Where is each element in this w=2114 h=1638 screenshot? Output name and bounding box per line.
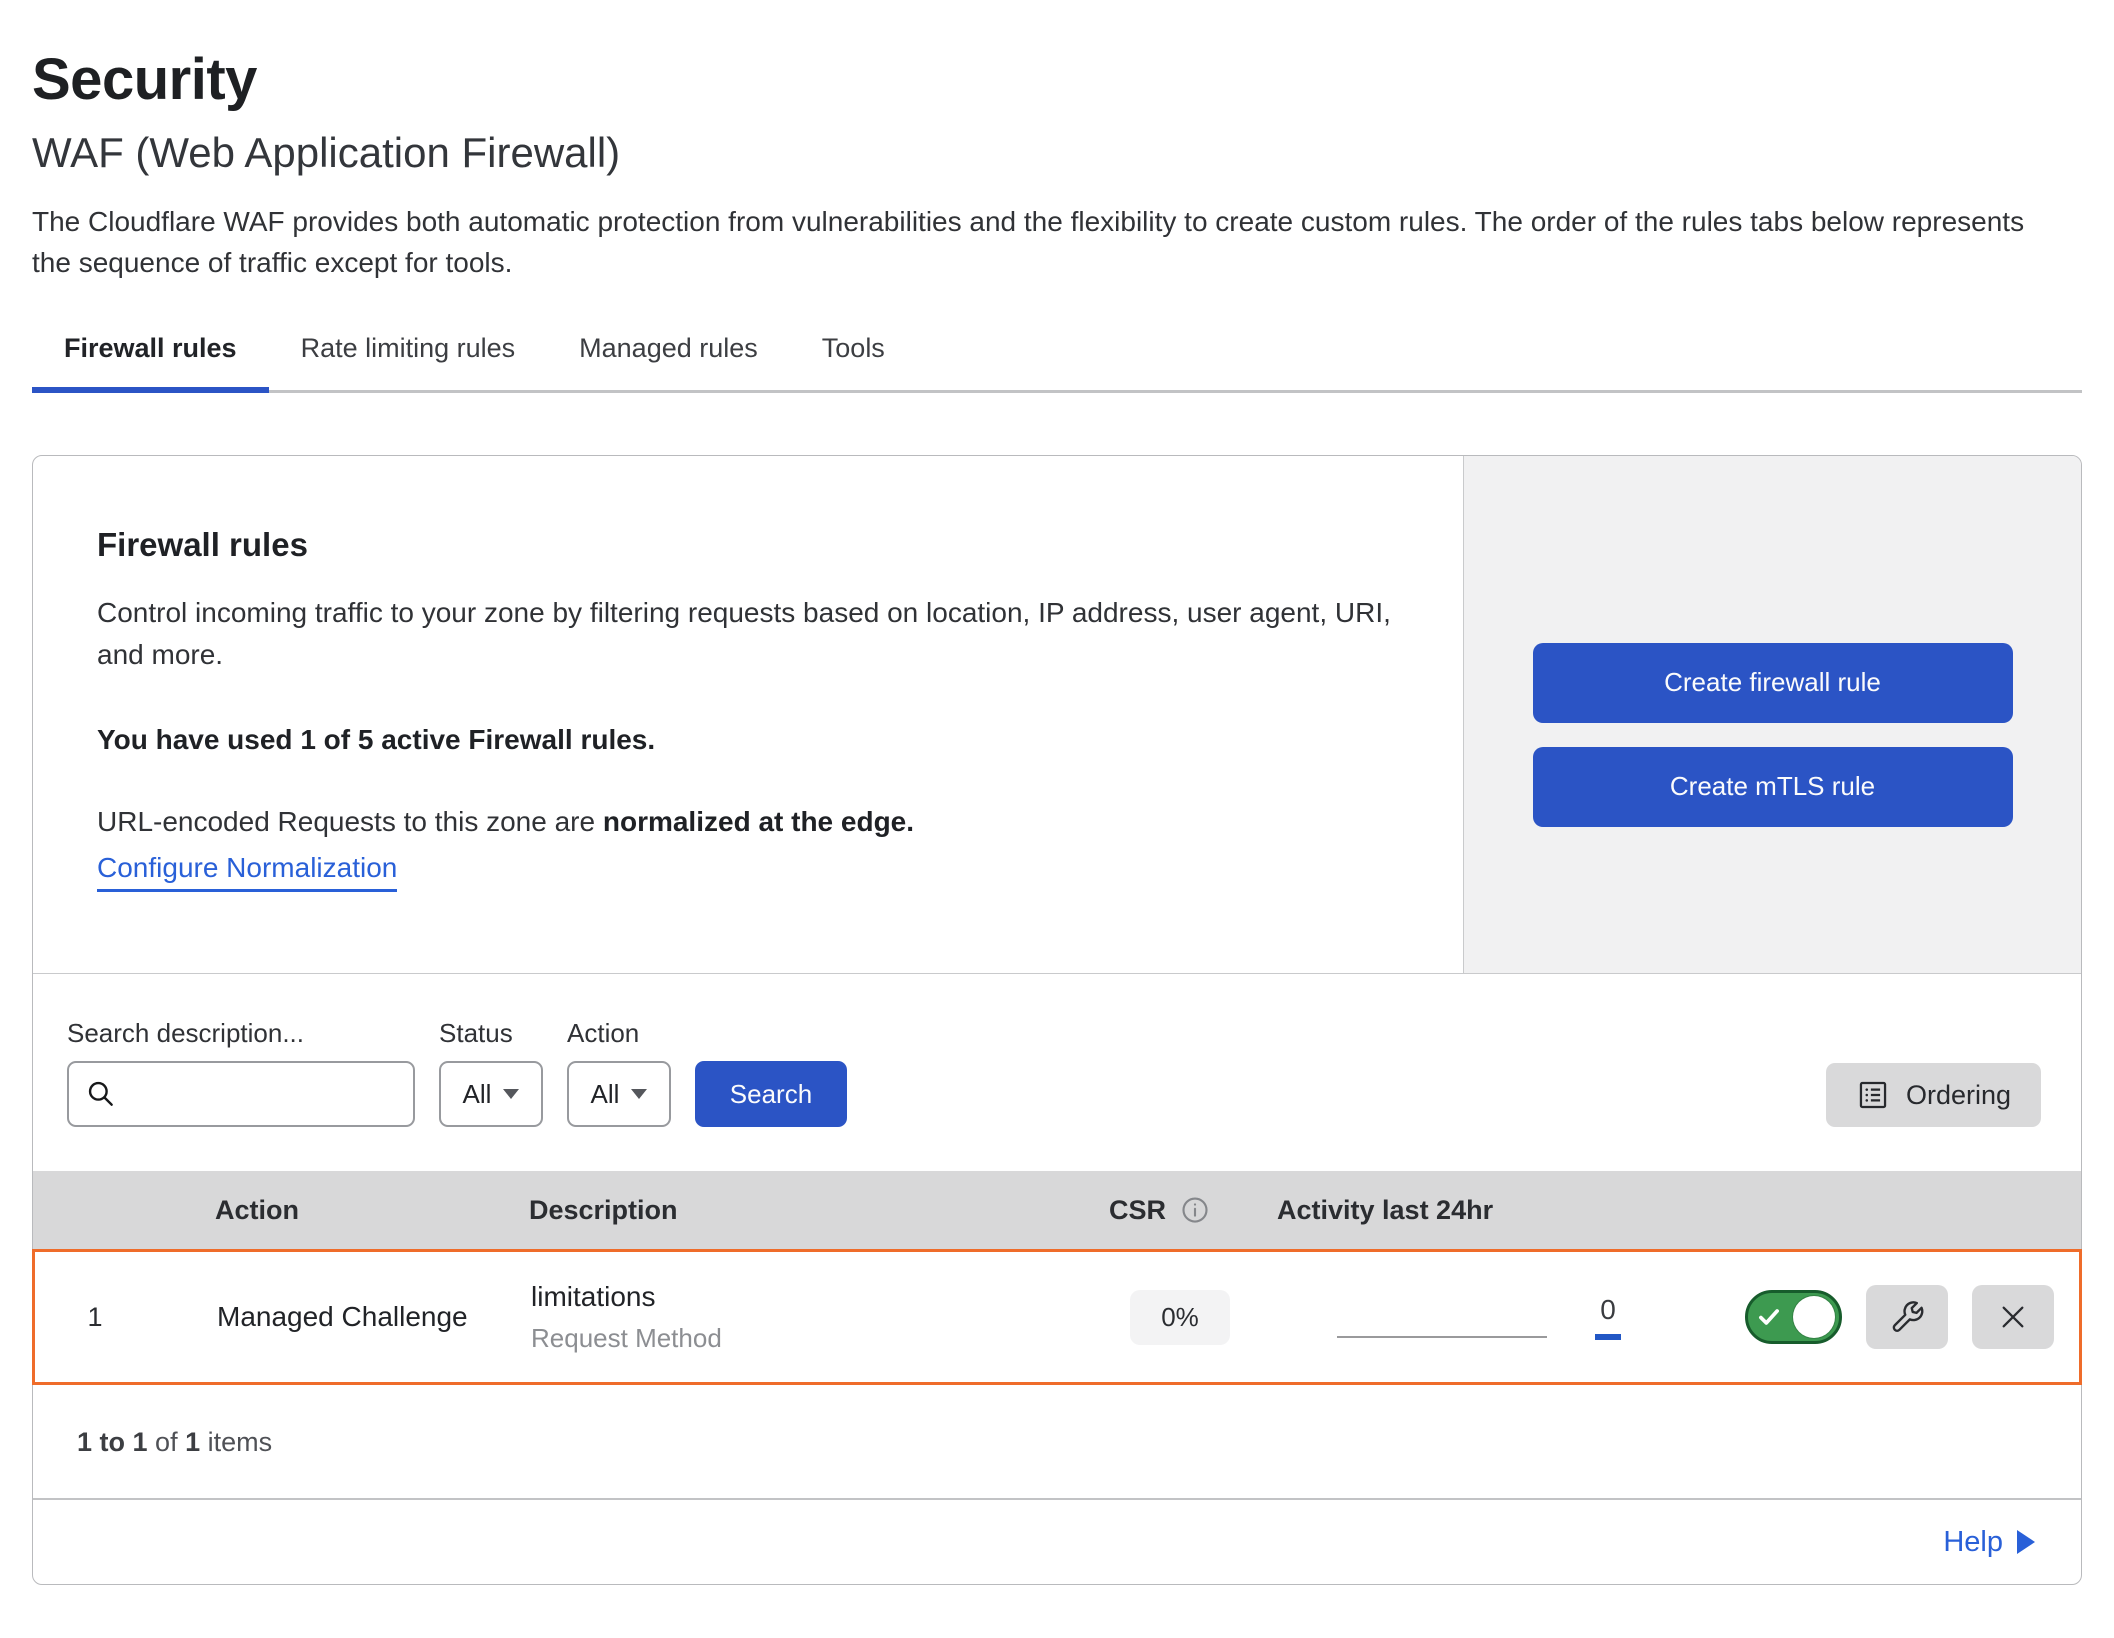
- usage-summary: You have used 1 of 5 active Firewall rul…: [97, 724, 1423, 756]
- search-description-label: Search description...: [67, 1018, 415, 1049]
- list-order-icon: [1856, 1078, 1890, 1112]
- tab-tools[interactable]: Tools: [790, 327, 917, 390]
- normalization-note: URL-encoded Requests to this zone are no…: [97, 806, 1423, 838]
- configure-normalization-link[interactable]: Configure Normalization: [97, 852, 397, 892]
- status-select[interactable]: All: [439, 1061, 543, 1127]
- waf-tab-bar: Firewall rules Rate limiting rules Manag…: [32, 327, 2082, 393]
- ordering-button[interactable]: Ordering: [1826, 1063, 2041, 1127]
- create-rule-panel: Create firewall rule Create mTLS rule: [1463, 456, 2081, 973]
- action-select-value: All: [591, 1079, 620, 1110]
- page-description: The Cloudflare WAF provides both automat…: [32, 201, 2056, 283]
- close-icon: [1997, 1301, 2029, 1333]
- column-header-description: Description: [523, 1195, 1093, 1226]
- card-description: Control incoming traffic to your zone by…: [97, 592, 1397, 676]
- create-firewall-rule-button[interactable]: Create firewall rule: [1533, 643, 2013, 723]
- tab-managed-rules[interactable]: Managed rules: [547, 327, 790, 390]
- security-waf-page: Security WAF (Web Application Firewall) …: [0, 0, 2114, 1638]
- rule-description: limitations: [531, 1281, 1095, 1313]
- firewall-rules-info: Firewall rules Control incoming traffic …: [33, 456, 1463, 973]
- items-of: of: [155, 1427, 178, 1457]
- search-input[interactable]: [67, 1061, 415, 1127]
- page-title: Security: [32, 46, 2082, 113]
- table-row[interactable]: 1 Managed Challenge limitations Request …: [32, 1249, 2082, 1385]
- items-total: 1: [185, 1427, 200, 1457]
- rule-enabled-toggle[interactable]: [1745, 1290, 1842, 1344]
- table-header: Action Description CSR Activity last 24h…: [33, 1171, 2081, 1249]
- csr-badge: 0%: [1130, 1290, 1230, 1345]
- search-description-group: Search description...: [67, 1018, 415, 1127]
- check-icon: [1756, 1304, 1782, 1330]
- search-field-wrap: [67, 1061, 415, 1127]
- help-row: Help: [33, 1500, 2081, 1584]
- csr-header-label: CSR: [1109, 1195, 1166, 1226]
- rule-order-number: 1: [35, 1302, 155, 1333]
- firewall-rules-card: Firewall rules Control incoming traffic …: [32, 455, 2082, 1585]
- rule-activity-cell: 0: [1265, 1294, 1735, 1340]
- arrow-right-icon: [2017, 1530, 2035, 1554]
- items-word: items: [208, 1427, 273, 1457]
- normalization-text-bold: normalized at the edge.: [603, 806, 914, 837]
- help-link[interactable]: Help: [1943, 1526, 2003, 1559]
- toggle-knob: [1793, 1296, 1835, 1338]
- card-heading: Firewall rules: [97, 526, 1423, 564]
- column-header-activity: Activity last 24hr: [1263, 1195, 1733, 1226]
- rule-controls: [1735, 1285, 2094, 1349]
- rule-csr-cell: 0%: [1095, 1290, 1265, 1345]
- activity-value-underline: [1595, 1334, 1621, 1340]
- items-range: 1 to 1: [77, 1427, 148, 1457]
- normalization-text: URL-encoded Requests to this zone are: [97, 806, 603, 837]
- firewall-rules-summary-section: Firewall rules Control incoming traffic …: [33, 456, 2081, 974]
- tab-rate-limiting-rules[interactable]: Rate limiting rules: [269, 327, 548, 390]
- tab-firewall-rules[interactable]: Firewall rules: [32, 327, 269, 390]
- status-select-value: All: [463, 1079, 492, 1110]
- ordering-button-label: Ordering: [1906, 1080, 2011, 1111]
- search-icon: [85, 1078, 117, 1110]
- filter-controls: Search description... Status All Action: [67, 1018, 847, 1127]
- delete-rule-button[interactable]: [1972, 1285, 2054, 1349]
- activity-value-wrap: 0: [1595, 1294, 1621, 1340]
- chevron-down-icon: [631, 1089, 647, 1099]
- column-header-action: Action: [153, 1195, 523, 1226]
- info-icon[interactable]: [1180, 1195, 1210, 1225]
- pagination-summary: 1 to 1 of 1 items: [33, 1385, 2081, 1500]
- action-filter-group: Action All: [567, 1018, 671, 1127]
- rule-description-cell: limitations Request Method: [525, 1281, 1095, 1354]
- search-button[interactable]: Search: [695, 1061, 847, 1127]
- activity-sparkline: [1337, 1336, 1547, 1338]
- page-subtitle: WAF (Web Application Firewall): [32, 129, 2082, 177]
- status-label: Status: [439, 1018, 543, 1049]
- status-filter-group: Status All: [439, 1018, 543, 1127]
- rule-action: Managed Challenge: [155, 1301, 525, 1333]
- create-mtls-rule-button[interactable]: Create mTLS rule: [1533, 747, 2013, 827]
- wrench-icon: [1888, 1298, 1926, 1336]
- edit-rule-button[interactable]: [1866, 1285, 1948, 1349]
- activity-value[interactable]: 0: [1600, 1294, 1616, 1326]
- action-select[interactable]: All: [567, 1061, 671, 1127]
- rule-match-field: Request Method: [531, 1323, 1095, 1354]
- chevron-down-icon: [503, 1089, 519, 1099]
- filter-bar: Search description... Status All Action: [33, 974, 2081, 1171]
- column-header-csr: CSR: [1093, 1195, 1263, 1226]
- action-label: Action: [567, 1018, 671, 1049]
